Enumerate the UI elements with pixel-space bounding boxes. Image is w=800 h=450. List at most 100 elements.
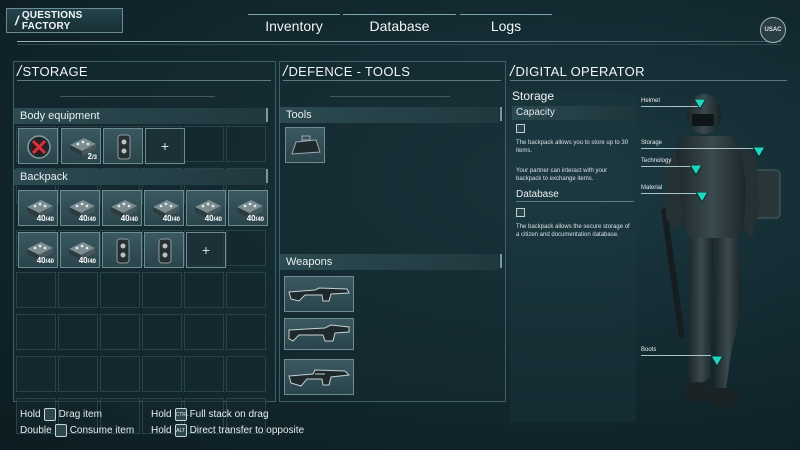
backpack-scroll-indicator[interactable] xyxy=(266,169,268,183)
boots-marker-icon[interactable] xyxy=(711,356,723,367)
capacity-text-1: The backpack allows you to store up to 3… xyxy=(516,140,629,154)
empty-inventory-cell[interactable] xyxy=(226,126,266,162)
add-body-slot-button[interactable]: + xyxy=(145,128,185,164)
tool-slot-toolcase[interactable] xyxy=(285,127,325,163)
helmet-marker-icon[interactable] xyxy=(694,99,706,110)
material-marker-icon[interactable] xyxy=(696,192,708,203)
backpack-slot[interactable]: 40/40 xyxy=(102,190,142,226)
backpack-slot[interactable]: 40/40 xyxy=(144,190,184,226)
storage-marker-icon[interactable] xyxy=(753,147,765,158)
quantity-value: 40 xyxy=(36,214,46,223)
backpack-label: Backpack xyxy=(20,171,68,183)
mouse-left-icon xyxy=(43,407,56,421)
empty-inventory-cell[interactable] xyxy=(58,272,98,308)
weapons-scroll-indicator[interactable] xyxy=(500,254,502,268)
tab-database[interactable]: Database xyxy=(343,14,456,36)
item-quantity: 40/40 xyxy=(78,256,96,265)
empty-inventory-cell[interactable] xyxy=(184,314,224,350)
empty-inventory-cell[interactable] xyxy=(100,356,140,392)
tools-header: Tools xyxy=(280,107,499,123)
add-backpack-slot-button[interactable]: + xyxy=(186,232,226,268)
callout-technology-line xyxy=(641,166,691,167)
quantity-max: 40 xyxy=(89,259,96,265)
empty-inventory-cell[interactable] xyxy=(142,272,182,308)
weapon-slot-rifle[interactable] xyxy=(284,276,354,312)
inventory-slot-ammo-box[interactable]: 2/3 xyxy=(61,128,101,164)
slash-glyph: / xyxy=(15,13,19,28)
item-quantity: 40/40 xyxy=(204,214,222,223)
capacity-text-2: Your partner can interact with your back… xyxy=(516,168,608,182)
hint-action: Hold xyxy=(151,408,172,420)
body-equipment-scroll-indicator[interactable] xyxy=(266,108,268,122)
hint-action: Hold xyxy=(151,424,172,436)
item-quantity: 40/40 xyxy=(36,256,54,265)
weapon-slot-assault-rifle[interactable] xyxy=(284,359,354,395)
item-quantity: 40/40 xyxy=(78,214,96,223)
empty-inventory-cell[interactable] xyxy=(100,272,140,308)
backpack-slot[interactable]: 40/40 xyxy=(18,232,58,268)
device-icon xyxy=(117,134,131,160)
storage-subrule xyxy=(60,96,215,97)
backpack-slot[interactable]: 40/40 xyxy=(60,232,100,268)
backpack-slot[interactable]: 40/40 xyxy=(60,190,100,226)
inventory-slot-medkit[interactable] xyxy=(18,128,58,164)
weapons-label: Weapons xyxy=(286,256,333,268)
body-equipment-header: Body equipment xyxy=(14,108,267,124)
empty-inventory-cell[interactable] xyxy=(16,356,56,392)
backpack-slot[interactable] xyxy=(144,232,184,268)
digital-operator-rule xyxy=(510,80,787,81)
technology-marker-icon[interactable] xyxy=(690,165,702,176)
add-symbol: + xyxy=(201,242,211,258)
hint-action: Hold xyxy=(20,408,41,420)
item-quantity: 2/3 xyxy=(87,152,97,161)
empty-inventory-cell[interactable] xyxy=(16,314,56,350)
empty-inventory-cell[interactable] xyxy=(184,272,224,308)
backpack-slot[interactable] xyxy=(102,232,142,268)
alt-key-icon: ALT xyxy=(174,423,187,437)
questions-factory-label: QUESTIONS FACTORY xyxy=(21,9,83,32)
quantity-value: 40 xyxy=(204,214,214,223)
empty-inventory-cell[interactable] xyxy=(100,314,140,350)
defence-subrule xyxy=(330,96,450,97)
hint-action: Double xyxy=(20,424,52,436)
database-rule xyxy=(516,201,634,202)
weapons-header: Weapons xyxy=(280,254,499,270)
hint-text: Direct transfer to opposite xyxy=(189,424,305,436)
body-equipment-label: Body equipment xyxy=(20,110,100,122)
weapon-slot-shotgun[interactable] xyxy=(284,318,354,350)
tab-logs[interactable]: Logs xyxy=(460,14,552,36)
backpack-slot[interactable]: 40/40 xyxy=(228,190,268,226)
empty-inventory-cell[interactable] xyxy=(16,272,56,308)
shotgun-icon xyxy=(288,324,350,342)
add-symbol: + xyxy=(160,138,170,154)
tab-database-label: Database xyxy=(369,17,430,34)
hint-text: Full stack on drag xyxy=(189,408,269,420)
item-quantity: 40/40 xyxy=(246,214,264,223)
callout-technology-label: Technology xyxy=(641,158,672,164)
empty-inventory-cell[interactable] xyxy=(184,356,224,392)
empty-inventory-cell[interactable] xyxy=(226,314,266,350)
tab-inventory[interactable]: Inventory xyxy=(248,14,340,36)
callout-helmet-label: Helmet xyxy=(641,98,661,104)
empty-inventory-cell[interactable] xyxy=(226,356,266,392)
backpack-capacity-icon xyxy=(516,124,525,133)
empty-inventory-cell[interactable] xyxy=(58,314,98,350)
tools-scroll-indicator[interactable] xyxy=(500,107,502,121)
empty-inventory-cell[interactable] xyxy=(184,126,224,162)
inventory-slot-device[interactable] xyxy=(103,128,143,164)
empty-inventory-cell[interactable] xyxy=(226,230,266,266)
backpack-slot[interactable]: 40/40 xyxy=(18,190,58,226)
empty-inventory-cell[interactable] xyxy=(142,356,182,392)
quantity-max: 40 xyxy=(47,259,54,265)
empty-inventory-cell[interactable] xyxy=(226,272,266,308)
questions-factory-button[interactable]: / QUESTIONS FACTORY xyxy=(6,8,123,33)
callout-storage-line xyxy=(641,148,753,149)
callout-material-label: Material xyxy=(641,185,663,191)
defence-title: / DEFENCE - TOOLS xyxy=(283,63,411,80)
empty-inventory-cell[interactable] xyxy=(142,314,182,350)
empty-inventory-cell[interactable] xyxy=(58,356,98,392)
backpack-slot[interactable]: 40/40 xyxy=(186,190,226,226)
digital-operator-title: / DIGITAL OPERATOR xyxy=(510,63,645,80)
tab-inventory-label: Inventory xyxy=(265,17,323,34)
hint-text: Drag item xyxy=(58,408,102,420)
